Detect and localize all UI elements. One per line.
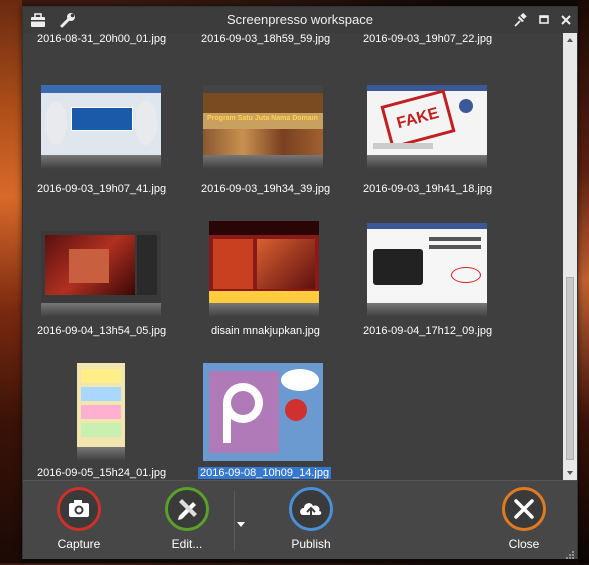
thumbnail-image[interactable] [203, 363, 323, 461]
thumbnail-reflection [77, 447, 125, 461]
desktop-background-right [578, 0, 589, 563]
close-button[interactable]: Close [484, 487, 564, 551]
thumbnail-reflection [41, 155, 161, 169]
edit-label: Edit... [171, 537, 203, 551]
thumbnail-label[interactable]: 2016-09-03_19h34_39.jpg [201, 183, 330, 195]
workspace-window: Screenpresso workspace 2016-08-31_20h00_… [22, 6, 578, 559]
thumbnail-label[interactable]: 2016-09-04_13h54_05.jpg [37, 325, 166, 337]
scrollbar-thumb[interactable] [566, 277, 574, 460]
edit-dropdown-arrow-icon[interactable] [235, 517, 247, 529]
thumbnail-image[interactable] [209, 221, 319, 303]
desktop-background-left [0, 0, 22, 563]
title-bar[interactable]: Screenpresso workspace [23, 7, 577, 33]
pin-icon[interactable] [511, 11, 529, 29]
capture-button[interactable]: Capture [39, 487, 119, 551]
thumbnail-label[interactable]: disain mnakjupkan.jpg [211, 325, 320, 337]
thumbnail-reflection [367, 155, 487, 169]
thumbnail-label[interactable]: 2016-09-03_18h59_59.jpg [201, 33, 330, 45]
thumbnail-reflection [367, 303, 487, 317]
fake-stamp: FAKE [380, 89, 456, 149]
pencil-ruler-icon [165, 487, 209, 531]
thumbnail-label[interactable]: 2016-08-31_20h00_01.jpg [37, 33, 166, 45]
thumbnail-image[interactable] [367, 223, 487, 303]
capture-label: Capture [57, 537, 101, 551]
thumbnail-reflection [41, 303, 161, 317]
thumbnail-label-selected[interactable]: 2016-09-08_10h09_14.jpg [198, 467, 332, 479]
thumbnail-label[interactable]: 2016-09-04_17h12_09.jpg [363, 325, 492, 337]
thumbnail-reflection [203, 155, 323, 169]
scroll-down-arrow-icon[interactable] [563, 466, 577, 480]
thumbnail-label[interactable]: 2016-09-03_19h07_22.jpg [363, 33, 492, 45]
toolbar-separator [234, 491, 235, 551]
thumbnail-reflection [209, 303, 319, 317]
thumbnail-label[interactable]: 2016-09-05_15h24_01.jpg [37, 467, 166, 479]
edit-button[interactable]: Edit... [147, 487, 227, 551]
thumbnail-label[interactable]: 2016-09-03_19h41_18.jpg [363, 183, 492, 195]
maximize-icon[interactable] [535, 11, 553, 29]
bottom-toolbar: Capture Edit... Publish Close [23, 480, 577, 559]
publish-label: Publish [291, 537, 331, 551]
camera-icon [57, 487, 101, 531]
scroll-up-arrow-icon[interactable] [563, 33, 577, 47]
thumbnail-image[interactable] [41, 85, 161, 155]
thumbnail-label[interactable]: 2016-09-03_19h07_41.jpg [37, 183, 166, 195]
vertical-scrollbar[interactable] [563, 33, 577, 480]
window-title: Screenpresso workspace [227, 12, 373, 27]
thumbnail-image[interactable]: Program Satu Juta Nama Domain [203, 85, 323, 155]
publish-button[interactable]: Publish [271, 487, 351, 551]
close-label: Close [508, 537, 540, 551]
close-x-icon [502, 487, 546, 531]
thumbnail-image[interactable] [77, 363, 125, 447]
resize-grip-icon[interactable] [565, 547, 575, 559]
cloud-upload-icon [289, 487, 333, 531]
thumbnail-grid[interactable]: 2016-08-31_20h00_01.jpg 2016-09-03_18h59… [23, 33, 563, 480]
close-icon[interactable] [557, 11, 575, 29]
thumbnail-image[interactable]: FAKE [367, 85, 487, 155]
banner-text: Program Satu Juta Nama Domain [207, 115, 318, 122]
thumbnail-image[interactable] [41, 231, 161, 303]
